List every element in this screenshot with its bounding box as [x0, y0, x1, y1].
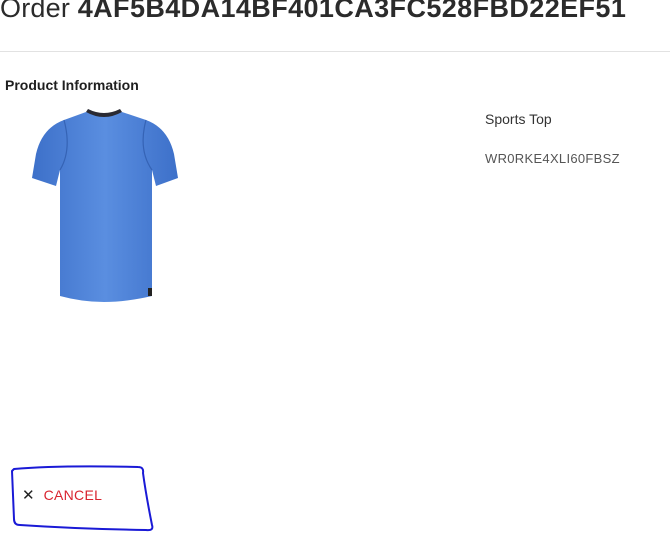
product-image: [32, 109, 178, 302]
tshirt-body: [32, 112, 178, 302]
page-title: Order 4AF5B4DA14BF401CA3FC528FBD22EF51: [0, 0, 626, 28]
product-name: Sports Top: [485, 111, 552, 127]
close-icon: ✕: [22, 486, 35, 504]
cancel-button-label: CANCEL: [43, 487, 103, 503]
order-title-prefix: Order: [0, 0, 71, 23]
product-information-heading: Product Information: [5, 77, 139, 93]
header-divider: [0, 51, 670, 52]
order-id: 4AF5B4DA14BF401CA3FC528FBD22EF51: [77, 0, 627, 23]
cancel-button[interactable]: ✕ CANCEL: [18, 481, 106, 509]
product-sku: WR0RKE4XLI60FBSZ: [485, 151, 620, 166]
tshirt-tag: [148, 288, 152, 296]
